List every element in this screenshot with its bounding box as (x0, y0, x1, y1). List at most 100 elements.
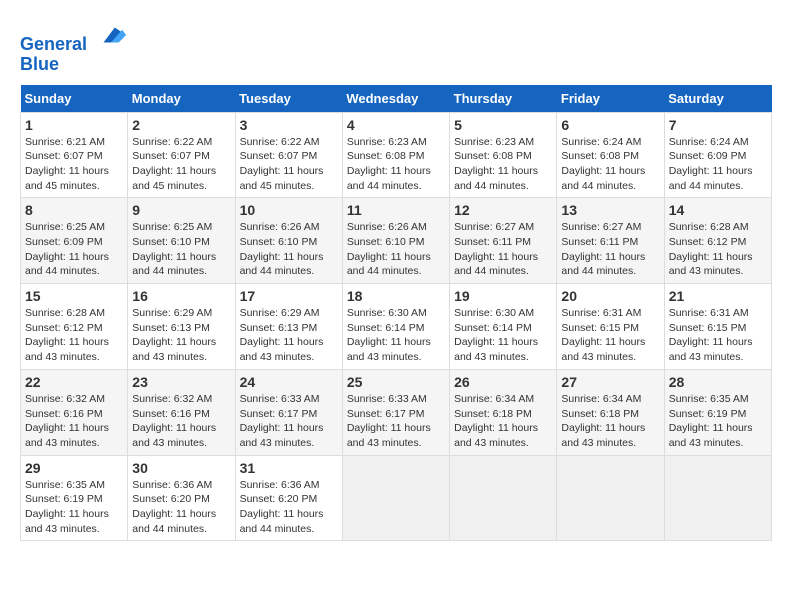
day-number: 21 (669, 288, 767, 304)
day-info: Sunrise: 6:36 AM Sunset: 6:20 PM Dayligh… (132, 478, 230, 537)
calendar-cell (557, 455, 664, 541)
day-info: Sunrise: 6:22 AM Sunset: 6:07 PM Dayligh… (240, 135, 338, 194)
calendar-cell: 7Sunrise: 6:24 AM Sunset: 6:09 PM Daylig… (664, 112, 771, 198)
calendar-week-row: 1 Sunrise: 6:21 AM Sunset: 6:07 PM Daylig… (21, 112, 772, 198)
weekday-header-tuesday: Tuesday (235, 85, 342, 113)
weekday-header-wednesday: Wednesday (342, 85, 449, 113)
calendar-cell: 5Sunrise: 6:23 AM Sunset: 6:08 PM Daylig… (450, 112, 557, 198)
calendar-cell: 17 Sunrise: 6:29 AM Sunset: 6:13 PM Dayli… (235, 284, 342, 370)
calendar-cell: 25Sunrise: 6:33 AM Sunset: 6:17 PM Dayli… (342, 369, 449, 455)
day-info: Sunrise: 6:26 AM Sunset: 6:10 PM Dayligh… (240, 220, 338, 279)
logo-text: General (20, 20, 126, 55)
calendar-cell: 10 Sunrise: 6:26 AM Sunset: 6:10 PM Dayli… (235, 198, 342, 284)
calendar-week-row: 15 Sunrise: 6:28 AM Sunset: 6:12 PM Dayli… (21, 284, 772, 370)
day-info: Sunrise: 6:34 AM Sunset: 6:18 PM Dayligh… (454, 392, 552, 451)
calendar-cell (450, 455, 557, 541)
calendar-cell: 9 Sunrise: 6:25 AM Sunset: 6:10 PM Daylig… (128, 198, 235, 284)
calendar-cell: 28Sunrise: 6:35 AM Sunset: 6:19 PM Dayli… (664, 369, 771, 455)
day-number: 31 (240, 460, 338, 476)
calendar-table: SundayMondayTuesdayWednesdayThursdayFrid… (20, 85, 772, 542)
calendar-cell: 4Sunrise: 6:23 AM Sunset: 6:08 PM Daylig… (342, 112, 449, 198)
day-info: Sunrise: 6:31 AM Sunset: 6:15 PM Dayligh… (561, 306, 659, 365)
day-info: Sunrise: 6:28 AM Sunset: 6:12 PM Dayligh… (25, 306, 123, 365)
day-number: 12 (454, 202, 552, 218)
day-number: 11 (347, 202, 445, 218)
day-info: Sunrise: 6:21 AM Sunset: 6:07 PM Dayligh… (25, 135, 123, 194)
day-info: Sunrise: 6:35 AM Sunset: 6:19 PM Dayligh… (669, 392, 767, 451)
calendar-cell: 29Sunrise: 6:35 AM Sunset: 6:19 PM Dayli… (21, 455, 128, 541)
day-number: 2 (132, 117, 230, 133)
day-number: 9 (132, 202, 230, 218)
calendar-cell: 2 Sunrise: 6:22 AM Sunset: 6:07 PM Daylig… (128, 112, 235, 198)
day-number: 1 (25, 117, 123, 133)
calendar-cell: 27 Sunrise: 6:34 AM Sunset: 6:18 PM Dayli… (557, 369, 664, 455)
day-number: 10 (240, 202, 338, 218)
day-number: 14 (669, 202, 767, 218)
day-info: Sunrise: 6:34 AM Sunset: 6:18 PM Dayligh… (561, 392, 659, 451)
day-number: 16 (132, 288, 230, 304)
weekday-header-friday: Friday (557, 85, 664, 113)
calendar-cell: 24Sunrise: 6:33 AM Sunset: 6:17 PM Dayli… (235, 369, 342, 455)
day-number: 22 (25, 374, 123, 390)
weekday-header-saturday: Saturday (664, 85, 771, 113)
day-number: 30 (132, 460, 230, 476)
calendar-week-row: 8Sunrise: 6:25 AM Sunset: 6:09 PM Daylig… (21, 198, 772, 284)
day-info: Sunrise: 6:30 AM Sunset: 6:14 PM Dayligh… (347, 306, 445, 365)
day-info: Sunrise: 6:22 AM Sunset: 6:07 PM Dayligh… (132, 135, 230, 194)
day-number: 8 (25, 202, 123, 218)
calendar-cell (664, 455, 771, 541)
day-info: Sunrise: 6:29 AM Sunset: 6:13 PM Dayligh… (132, 306, 230, 365)
day-number: 18 (347, 288, 445, 304)
calendar-cell: 8Sunrise: 6:25 AM Sunset: 6:09 PM Daylig… (21, 198, 128, 284)
logo-general: General (20, 34, 87, 54)
day-number: 19 (454, 288, 552, 304)
calendar-cell: 1 Sunrise: 6:21 AM Sunset: 6:07 PM Daylig… (21, 112, 128, 198)
day-info: Sunrise: 6:27 AM Sunset: 6:11 PM Dayligh… (454, 220, 552, 279)
weekday-header-row: SundayMondayTuesdayWednesdayThursdayFrid… (21, 85, 772, 113)
calendar-cell: 22Sunrise: 6:32 AM Sunset: 6:16 PM Dayli… (21, 369, 128, 455)
day-number: 25 (347, 374, 445, 390)
calendar-cell: 26 Sunrise: 6:34 AM Sunset: 6:18 PM Dayli… (450, 369, 557, 455)
day-number: 5 (454, 117, 552, 133)
calendar-cell: 14Sunrise: 6:28 AM Sunset: 6:12 PM Dayli… (664, 198, 771, 284)
day-number: 3 (240, 117, 338, 133)
day-number: 26 (454, 374, 552, 390)
page-header: General Blue (20, 20, 772, 75)
calendar-cell: 3 Sunrise: 6:22 AM Sunset: 6:07 PM Daylig… (235, 112, 342, 198)
calendar-cell: 15 Sunrise: 6:28 AM Sunset: 6:12 PM Dayli… (21, 284, 128, 370)
day-info: Sunrise: 6:32 AM Sunset: 6:16 PM Dayligh… (132, 392, 230, 451)
day-number: 20 (561, 288, 659, 304)
calendar-week-row: 29Sunrise: 6:35 AM Sunset: 6:19 PM Dayli… (21, 455, 772, 541)
day-info: Sunrise: 6:23 AM Sunset: 6:08 PM Dayligh… (347, 135, 445, 194)
weekday-header-sunday: Sunday (21, 85, 128, 113)
day-info: Sunrise: 6:26 AM Sunset: 6:10 PM Dayligh… (347, 220, 445, 279)
weekday-header-thursday: Thursday (450, 85, 557, 113)
day-info: Sunrise: 6:25 AM Sunset: 6:10 PM Dayligh… (132, 220, 230, 279)
day-info: Sunrise: 6:29 AM Sunset: 6:13 PM Dayligh… (240, 306, 338, 365)
calendar-cell: 12 Sunrise: 6:27 AM Sunset: 6:11 PM Dayli… (450, 198, 557, 284)
calendar-cell: 21 Sunrise: 6:31 AM Sunset: 6:15 PM Dayli… (664, 284, 771, 370)
day-number: 15 (25, 288, 123, 304)
calendar-cell: 18 Sunrise: 6:30 AM Sunset: 6:14 PM Dayli… (342, 284, 449, 370)
day-info: Sunrise: 6:30 AM Sunset: 6:14 PM Dayligh… (454, 306, 552, 365)
calendar-cell: 31Sunrise: 6:36 AM Sunset: 6:20 PM Dayli… (235, 455, 342, 541)
calendar-cell: 19 Sunrise: 6:30 AM Sunset: 6:14 PM Dayli… (450, 284, 557, 370)
calendar-cell: 6Sunrise: 6:24 AM Sunset: 6:08 PM Daylig… (557, 112, 664, 198)
day-number: 17 (240, 288, 338, 304)
logo: General Blue (20, 20, 126, 75)
calendar-week-row: 22 Sunrise: 6:32 AM Sunset: 6:16 PM Dayli… (21, 369, 772, 455)
calendar-cell: 23Sunrise: 6:32 AM Sunset: 6:16 PM Dayli… (128, 369, 235, 455)
logo-icon (96, 20, 126, 50)
calendar-cell: 30 Sunrise: 6:36 AM Sunset: 6:20 PM Dayli… (128, 455, 235, 541)
day-info: Sunrise: 6:33 AM Sunset: 6:17 PM Dayligh… (240, 392, 338, 451)
day-info: Sunrise: 6:31 AM Sunset: 6:15 PM Dayligh… (669, 306, 767, 365)
day-info: Sunrise: 6:27 AM Sunset: 6:11 PM Dayligh… (561, 220, 659, 279)
calendar-cell (342, 455, 449, 541)
day-number: 6 (561, 117, 659, 133)
calendar-cell: 13Sunrise: 6:27 AM Sunset: 6:11 PM Dayli… (557, 198, 664, 284)
calendar-cell: 11 Sunrise: 6:26 AM Sunset: 6:10 PM Dayli… (342, 198, 449, 284)
day-number: 7 (669, 117, 767, 133)
weekday-header-monday: Monday (128, 85, 235, 113)
day-number: 27 (561, 374, 659, 390)
logo-blue: Blue (20, 55, 126, 75)
